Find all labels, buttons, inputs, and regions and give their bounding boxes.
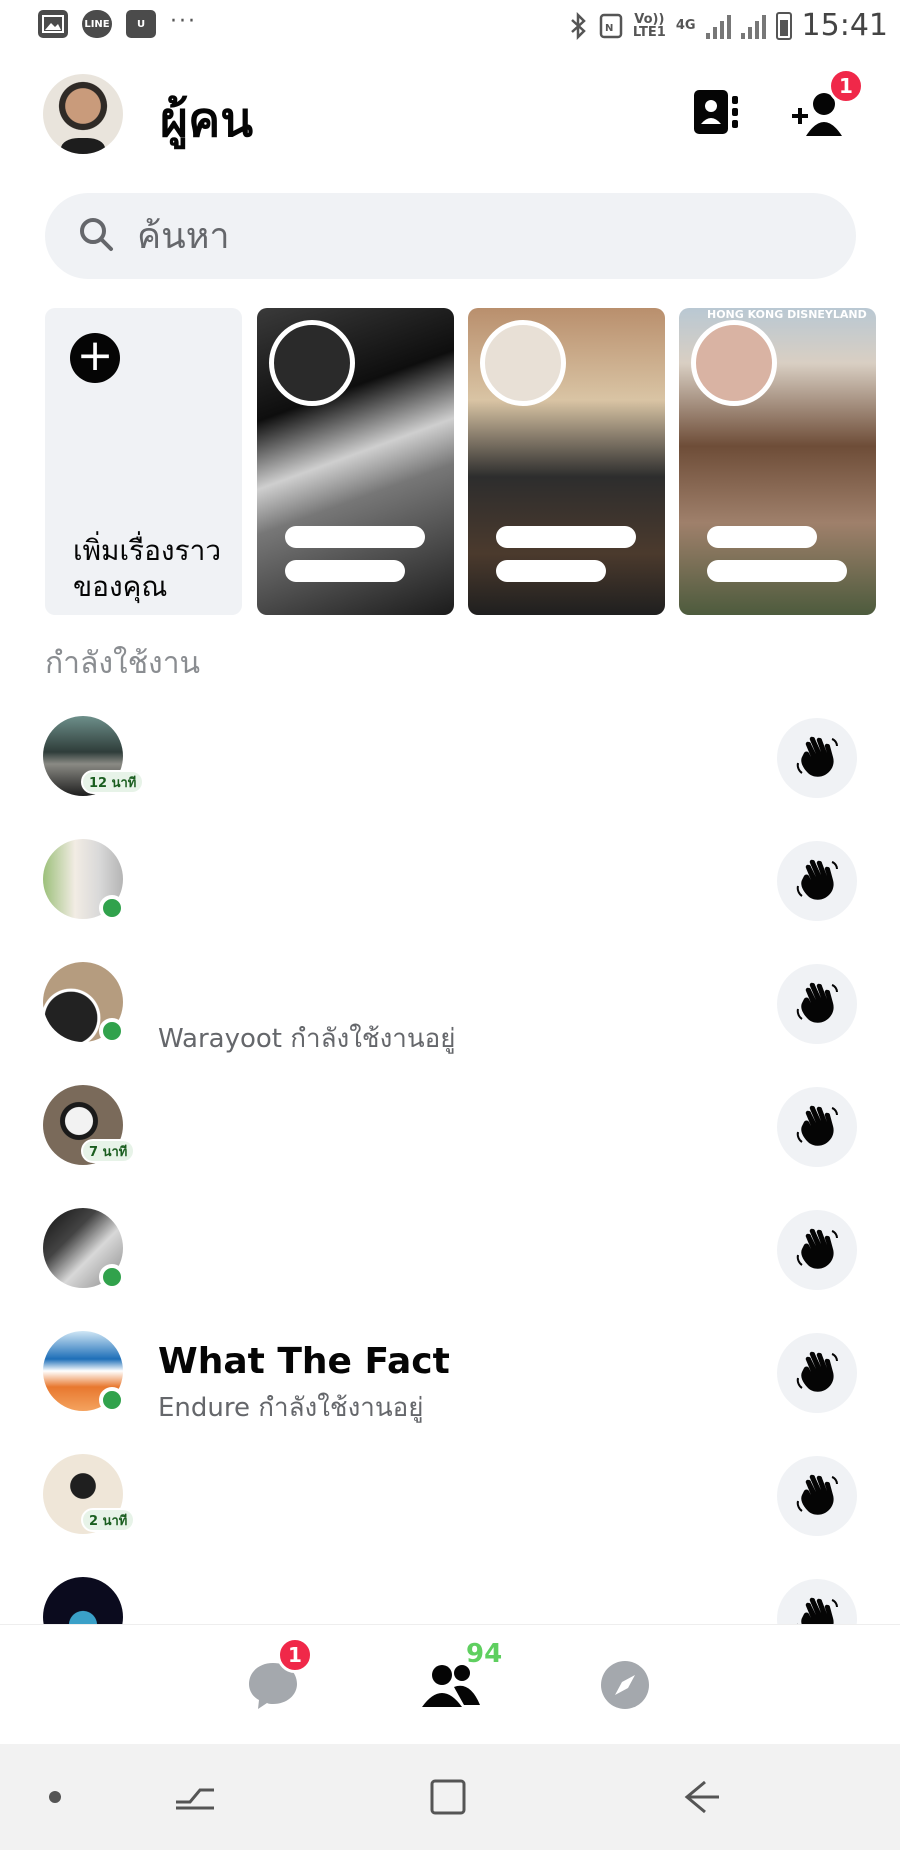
more-notifications-icon: ···: [170, 8, 197, 34]
wave-button[interactable]: [777, 1210, 857, 1290]
list-item[interactable]: 2 นาที: [0, 1450, 900, 1573]
story-card[interactable]: HONG KONG DISNEYLAND: [679, 308, 876, 615]
redaction-mark: [707, 526, 847, 596]
compass-icon: [601, 1661, 649, 1709]
status-bar: LINE U ··· N Vo)) LTE1 4G 15:41: [0, 0, 900, 52]
online-indicator: [99, 1387, 125, 1413]
last-active-badge: 7 นาที: [81, 1139, 136, 1163]
add-friend-button[interactable]: 1: [790, 68, 864, 138]
clock: 15:41: [801, 8, 888, 43]
svg-text:N: N: [605, 23, 613, 34]
tab-chats[interactable]: 1: [245, 1637, 313, 1717]
signal-2-icon: [740, 13, 766, 39]
wave-hand-icon: [794, 1348, 840, 1398]
redaction-mark: [285, 526, 425, 596]
wave-button[interactable]: [777, 1579, 857, 1624]
contacts-book-icon: [694, 90, 738, 134]
friend-request-badge: 1: [828, 68, 864, 104]
battery-icon: [775, 11, 792, 40]
wave-button[interactable]: [777, 1456, 857, 1536]
my-profile-avatar[interactable]: [43, 74, 123, 154]
active-people-count: 94: [466, 1639, 503, 1669]
active-status-text: Endure กำลังใช้งานอยู่: [158, 1393, 424, 1423]
online-indicator: [99, 1264, 125, 1290]
list-item[interactable]: [0, 1573, 900, 1624]
volte-indicator: Vo)) LTE1: [632, 11, 666, 40]
story-avatar: [480, 320, 566, 406]
list-item[interactable]: 12 นาที: [0, 712, 900, 835]
wave-button[interactable]: [777, 1087, 857, 1167]
avatar: [43, 1577, 123, 1624]
page-title: ผู้คน: [160, 92, 254, 148]
online-indicator: [99, 895, 125, 921]
nfc-icon: N: [599, 13, 623, 38]
bluetooth-icon: [571, 11, 586, 40]
wave-hand-icon: [794, 1102, 840, 1152]
wave-hand-icon: [794, 1594, 840, 1624]
wave-button[interactable]: [777, 718, 857, 798]
story-avatar: [691, 320, 777, 406]
wave-hand-icon: [794, 1471, 840, 1521]
search-icon: [80, 218, 113, 251]
avatar: [43, 839, 125, 921]
online-indicator: [99, 1018, 125, 1044]
contacts-button[interactable]: [690, 86, 742, 138]
redaction-mark: [496, 526, 636, 596]
dot-icon[interactable]: [30, 1772, 80, 1822]
bottom-tab-bar: 1 94: [0, 1624, 900, 1744]
recent-apps-icon[interactable]: [170, 1772, 220, 1822]
avatar: 7 นาที: [43, 1085, 136, 1165]
avatar: 12 นาที: [43, 716, 145, 796]
search-bar[interactable]: [45, 193, 856, 279]
tab-people[interactable]: 94: [420, 1639, 502, 1717]
list-item[interactable]: What The Fact Endure กำลังใช้งานอยู่: [0, 1327, 900, 1450]
avatar: [43, 1331, 125, 1413]
wave-hand-icon: [794, 1225, 840, 1275]
wave-hand-icon: [794, 979, 840, 1029]
active-people-list: 12 นาที Warayoot กำลังใช้งานอยู่ 7 นาที: [0, 712, 900, 1624]
system-nav-bar: [0, 1744, 900, 1850]
avatar: [43, 1208, 125, 1290]
story-card[interactable]: [257, 308, 454, 615]
plus-icon: +: [70, 333, 120, 383]
last-active-badge: 2 นาที: [81, 1508, 136, 1532]
wave-hand-icon: [794, 733, 840, 783]
wave-button[interactable]: [777, 841, 857, 921]
people-screen: LINE U ··· N Vo)) LTE1 4G 15:41 ผู้คน 1 …: [0, 0, 900, 1850]
add-story-label: เพิ่มเรื่องราวของคุณ: [73, 534, 222, 603]
home-icon[interactable]: [423, 1772, 473, 1822]
avatar: [43, 962, 125, 1044]
contact-name: What The Fact: [158, 1341, 450, 1382]
u-icon: U: [126, 10, 156, 38]
wave-hand-icon: [794, 856, 840, 906]
list-item[interactable]: 7 นาที: [0, 1081, 900, 1204]
avatar: 2 นาที: [43, 1454, 136, 1534]
wave-button[interactable]: [777, 964, 857, 1044]
signal-1-icon: [705, 13, 731, 39]
list-item[interactable]: [0, 1204, 900, 1327]
search-input[interactable]: [137, 211, 817, 261]
active-section-title: กำลังใช้งาน: [45, 646, 201, 681]
back-icon[interactable]: [675, 1772, 725, 1822]
wave-button[interactable]: [777, 1333, 857, 1413]
line-icon: LINE: [82, 10, 112, 38]
tab-discover[interactable]: [597, 1657, 657, 1717]
story-card[interactable]: [468, 308, 665, 615]
gallery-icon: [38, 10, 68, 38]
story-avatar: [269, 320, 355, 406]
last-active-badge: 12 นาที: [81, 770, 145, 794]
add-story-card[interactable]: + เพิ่มเรื่องราวของคุณ: [45, 308, 242, 615]
list-item[interactable]: Warayoot กำลังใช้งานอยู่: [0, 958, 900, 1081]
active-status-text: Warayoot กำลังใช้งานอยู่: [158, 1024, 456, 1054]
unread-chats-badge: 1: [277, 1637, 313, 1673]
list-item[interactable]: [0, 835, 900, 958]
network-type: 4G: [675, 18, 696, 33]
